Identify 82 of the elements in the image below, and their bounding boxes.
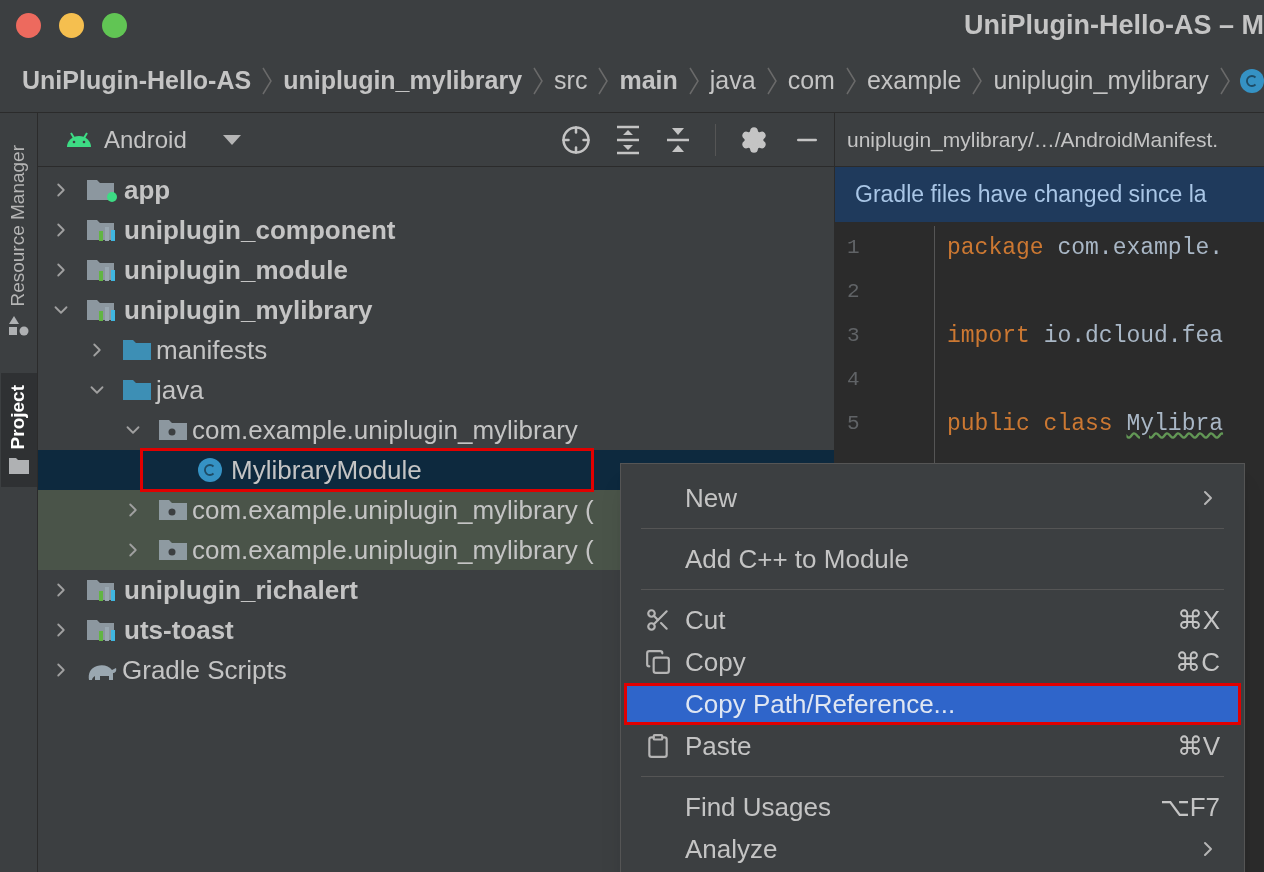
breadcrumb-item[interactable]: java: [699, 62, 766, 100]
folder-icon: [7, 457, 30, 475]
line-number: 1: [847, 235, 860, 262]
line-number: 4: [847, 367, 860, 394]
tree-item-label: java: [156, 373, 204, 407]
caret-icon: [222, 134, 241, 145]
class-icon: [1238, 68, 1264, 94]
tree-item-label: uniplugin_mylibrary: [124, 293, 373, 327]
breadcrumb-item[interactable]: uniplugin_mylibrary: [983, 62, 1219, 100]
tree-row[interactable]: com.example.uniplugin_mylibrary: [38, 410, 834, 450]
expand-all-icon[interactable]: [615, 124, 641, 155]
shortcut-label: ⌥F7: [1159, 791, 1220, 822]
tree-row[interactable]: uniplugin_mylibrary: [38, 290, 834, 330]
shortcut-label: ⌘X: [1176, 604, 1220, 635]
tree-item-label: manifests: [156, 333, 268, 367]
zoom-button[interactable]: [102, 12, 127, 38]
folder-icon: [122, 378, 152, 402]
tool-window-tab[interactable]: Resource Manager: [0, 133, 37, 349]
line-number: 2: [847, 279, 860, 306]
tree-row[interactable]: manifests: [38, 330, 834, 370]
folder-icon: [122, 338, 152, 362]
close-button[interactable]: [16, 12, 41, 38]
code-line: import io.dcloud.fea: [947, 321, 1224, 351]
shapes-icon: [7, 314, 30, 337]
menu-item[interactable]: Copy ⌘C: [621, 641, 1244, 683]
breadcrumb-item[interactable]: src: [544, 62, 598, 100]
shortcut-label: ⌘V: [1176, 730, 1220, 761]
tree-item-label: uniplugin_component: [124, 213, 396, 247]
editor-tab[interactable]: uniplugin_mylibrary/…/AndroidManifest.: [835, 113, 1264, 167]
tree-item-label: uniplugin_richalert: [124, 573, 359, 607]
tree-item-label: uts-toast: [124, 613, 234, 647]
code-line: package com.example.: [947, 233, 1224, 263]
breadcrumb-separator-icon: [971, 66, 984, 96]
tree-row[interactable]: uniplugin_component: [38, 210, 834, 250]
window-title: UniPlugin-Hello-AS – M: [964, 8, 1264, 42]
breadcrumb-separator-icon: [261, 66, 274, 96]
breadcrumb-separator-icon: [532, 66, 545, 96]
menu-item[interactable]: Analyze: [621, 828, 1244, 870]
tree-row[interactable]: java: [38, 370, 834, 410]
tool-window-label: Project: [6, 384, 30, 449]
module-folder-icon: [86, 177, 120, 203]
breadcrumb-separator-icon: [1218, 66, 1231, 96]
breadcrumb-item[interactable]: uniplugin_mylibrary: [273, 62, 533, 100]
line-number: 5: [847, 411, 860, 438]
package-folder-icon: [158, 498, 188, 522]
menu-item[interactable]: Find Usages ⌥F7: [621, 786, 1244, 828]
settings-icon[interactable]: [740, 125, 768, 154]
breadcrumb-item[interactable]: example: [856, 62, 972, 100]
tree-item-label: com.example.uniplugin_mylibrary (: [192, 533, 594, 567]
menu-item[interactable]: Copy Path/Reference...: [624, 683, 1241, 725]
breadcrumb-item[interactable]: main: [609, 62, 688, 100]
tree-item-label: MylibraryModule: [231, 453, 422, 487]
tree-item-label: Gradle Scripts: [122, 653, 287, 687]
tree-row[interactable]: uniplugin_module: [38, 250, 834, 290]
breadcrumb-separator-icon: [597, 66, 610, 96]
tree-item-label: com.example.uniplugin_mylibrary (: [192, 493, 594, 527]
tool-window-label: Resource Manager: [6, 145, 30, 307]
package-folder-icon: [158, 538, 188, 562]
code-line: public class Mylibra: [947, 409, 1224, 439]
android-icon: [66, 131, 92, 148]
class-icon: [197, 457, 223, 483]
copy-icon: [645, 649, 671, 675]
breadcrumb-separator-icon: [844, 66, 857, 96]
minimize-button[interactable]: [59, 12, 84, 38]
shortcut-label: ⌘C: [1175, 646, 1220, 677]
tree-item-label: app: [124, 173, 171, 207]
line-number: 3: [847, 323, 860, 350]
view-dropdown[interactable]: Android: [104, 121, 241, 158]
locate-icon[interactable]: [561, 124, 591, 155]
tree-item-label: com.example.uniplugin_mylibrary: [192, 413, 578, 447]
breadcrumb-item[interactable]: UniPlugin-Hello-AS: [12, 62, 262, 100]
package-folder-icon: [158, 418, 188, 442]
clipboard-icon: [645, 733, 671, 759]
notification-banner: Gradle files have changed since la: [835, 167, 1264, 222]
breadcrumb-separator-icon: [687, 66, 700, 96]
tree-item-label: uniplugin_module: [124, 253, 348, 287]
breadcrumb-separator-icon: [765, 66, 778, 96]
scissors-icon: [645, 607, 671, 633]
menu-item[interactable]: Paste ⌘V: [621, 725, 1244, 767]
tree-row[interactable]: app: [38, 170, 834, 210]
tool-window-tab[interactable]: Project: [0, 372, 37, 487]
breadcrumb-item[interactable]: com: [777, 62, 845, 100]
